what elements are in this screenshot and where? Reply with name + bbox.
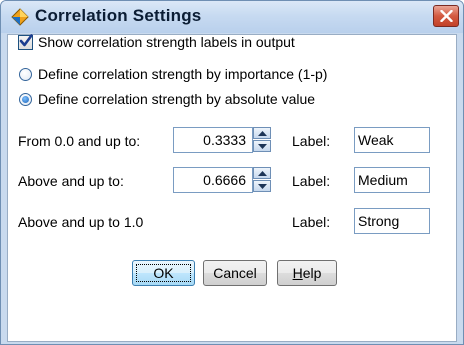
show-labels-checkbox[interactable] — [18, 34, 33, 50]
lower-threshold-input[interactable]: 0.3333 — [173, 127, 253, 153]
ok-button-label: OK — [153, 265, 174, 281]
upper-threshold-spinner[interactable] — [253, 167, 271, 193]
spin-down-button[interactable] — [253, 180, 271, 192]
ok-button[interactable]: OK — [132, 260, 195, 286]
show-labels-label: Show correlation strength labels in outp… — [38, 34, 295, 50]
spin-up-button[interactable] — [253, 167, 271, 179]
radio-importance-label: Define correlation strength by importanc… — [38, 66, 328, 82]
weak-label-caption: Label: — [292, 133, 331, 149]
cancel-button[interactable]: Cancel — [203, 260, 267, 286]
close-button[interactable] — [433, 5, 459, 27]
radio-importance[interactable] — [19, 68, 32, 81]
dialog-body: Show correlation strength labels in outp… — [7, 34, 457, 342]
medium-label-caption: Label: — [292, 173, 331, 189]
strong-label-input[interactable]: Strong — [354, 208, 430, 234]
spin-down-button[interactable] — [253, 140, 271, 152]
top-range-label: Above and up to 1.0 — [18, 214, 144, 230]
upper-threshold-input[interactable]: 0.6666 — [173, 167, 253, 193]
arrow-up-icon — [258, 171, 267, 176]
upper-threshold-label: Above and up to: — [18, 173, 124, 189]
weak-label-input[interactable]: Weak — [354, 127, 430, 153]
focus-rectangle: OK — [136, 264, 191, 282]
arrow-up-icon — [258, 131, 267, 136]
arrow-down-icon — [258, 144, 267, 149]
help-button[interactable]: Help — [277, 260, 337, 286]
spin-up-button[interactable] — [253, 127, 271, 139]
radio-absolute-value[interactable] — [19, 93, 32, 106]
diamond-app-icon — [11, 8, 29, 26]
cancel-button-label: Cancel — [213, 265, 257, 281]
window-title: Correlation Settings — [35, 6, 202, 25]
arrow-down-icon — [258, 184, 267, 189]
radio-absolute-value-label: Define correlation strength by absolute … — [38, 91, 316, 107]
title-bar[interactable]: Correlation Settings — [1, 1, 463, 33]
help-mnemonic: H — [292, 265, 303, 281]
strong-label-caption: Label: — [292, 214, 331, 230]
lower-threshold-spinner[interactable] — [253, 127, 271, 153]
correlation-settings-dialog: Correlation Settings Show correlation st… — [0, 0, 464, 345]
close-x-icon — [440, 10, 453, 22]
lower-threshold-label: From 0.0 and up to: — [18, 133, 141, 149]
help-button-label: elp — [302, 265, 322, 281]
medium-label-input[interactable]: Medium — [354, 167, 430, 193]
checkmark-icon — [19, 34, 33, 47]
